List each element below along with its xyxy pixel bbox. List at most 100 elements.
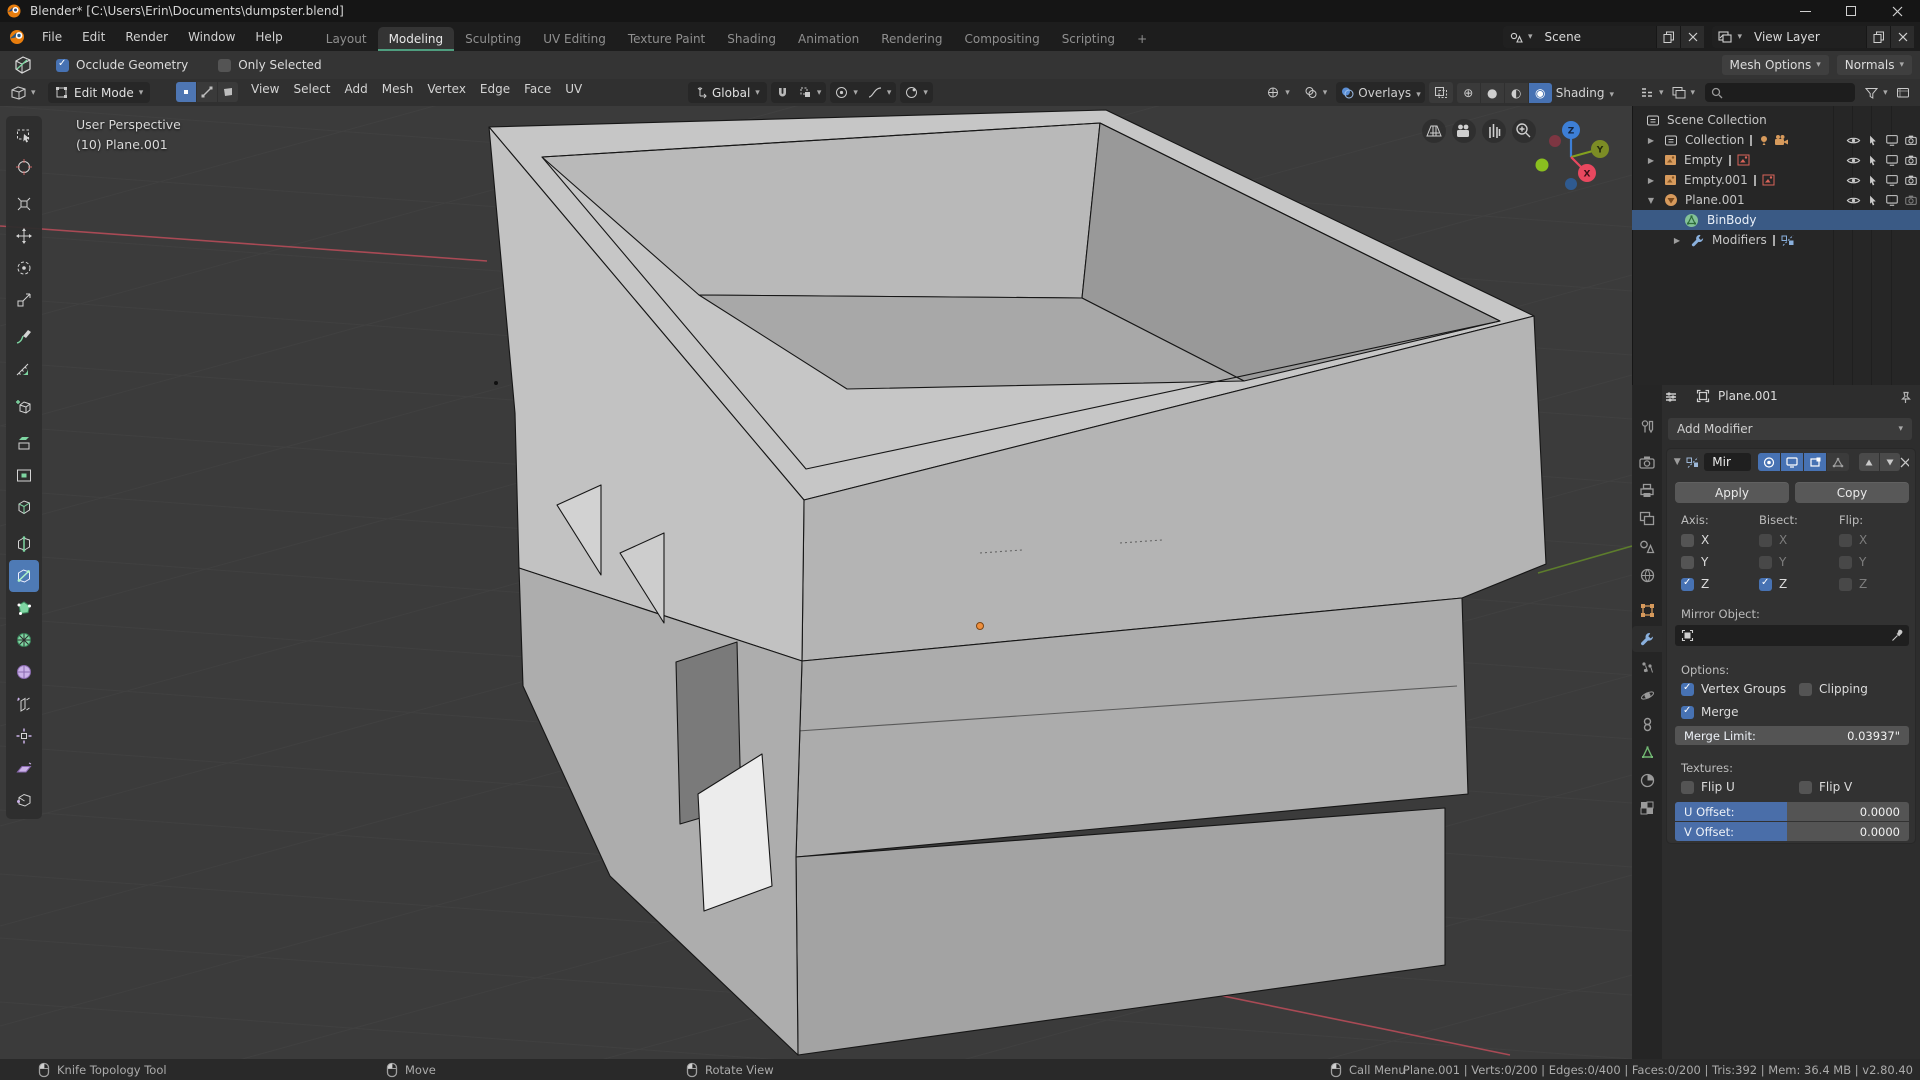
material-preview-button[interactable]: ◐ bbox=[1505, 83, 1528, 103]
move-modifier-up-button[interactable] bbox=[1859, 453, 1879, 471]
tab-scene[interactable] bbox=[1632, 533, 1662, 559]
tab-object-data[interactable] bbox=[1632, 739, 1662, 765]
expand-icon[interactable]: ▶ bbox=[1646, 136, 1656, 145]
overlays-visibility-dropdown[interactable] bbox=[1299, 82, 1333, 103]
outliner-row-modifiers[interactable]: ▶ Modifiers bbox=[1632, 230, 1920, 250]
unlink-scene-button[interactable] bbox=[1680, 26, 1704, 48]
minimize-button[interactable] bbox=[1782, 0, 1828, 22]
view-layer-name[interactable]: View Layer bbox=[1748, 26, 1866, 48]
scene-name[interactable]: Scene bbox=[1538, 26, 1656, 48]
modifier-render-toggle[interactable] bbox=[1758, 453, 1780, 471]
flip-v-checkbox[interactable] bbox=[1799, 781, 1812, 794]
tab-compositing[interactable]: Compositing bbox=[953, 27, 1050, 51]
remove-modifier-icon[interactable] bbox=[1900, 457, 1909, 468]
tab-particles[interactable] bbox=[1632, 654, 1662, 680]
menu-render[interactable]: Render bbox=[115, 25, 178, 51]
modifier-editmode-toggle[interactable] bbox=[1804, 453, 1826, 471]
mode-dropdown[interactable]: Edit Mode bbox=[48, 82, 150, 103]
rip-region-tool-button[interactable] bbox=[9, 784, 39, 816]
tab-texture[interactable] bbox=[1632, 795, 1662, 821]
shading-popover[interactable]: Shading bbox=[1556, 86, 1614, 100]
overlays-combo[interactable]: Overlays bbox=[1336, 82, 1424, 103]
modifier-realtime-toggle[interactable] bbox=[1781, 453, 1803, 471]
cursor-tool-button[interactable] bbox=[9, 151, 39, 183]
poly-build-tool-button[interactable] bbox=[9, 592, 39, 624]
tab-output[interactable] bbox=[1632, 477, 1662, 503]
vertex-groups-checkbox[interactable] bbox=[1681, 683, 1694, 696]
hide-viewport-toggle[interactable] bbox=[1844, 133, 1863, 148]
add-cube-tool-button[interactable] bbox=[9, 390, 39, 422]
tab-sculpting[interactable]: Sculpting bbox=[454, 27, 532, 51]
show-gizmo-dropdown[interactable] bbox=[1261, 82, 1295, 103]
gizmo-neg-z-ball[interactable] bbox=[1565, 178, 1577, 190]
smooth-tool-button[interactable] bbox=[9, 656, 39, 688]
close-button[interactable] bbox=[1874, 0, 1920, 22]
outliner-new-collection-button[interactable] bbox=[1896, 86, 1910, 99]
zoom-view-button[interactable] bbox=[1512, 119, 1536, 143]
tab-uv-editing[interactable]: UV Editing bbox=[532, 27, 617, 51]
collapse-icon[interactable]: ▼ bbox=[1646, 196, 1656, 205]
expand-icon[interactable]: ▶ bbox=[1646, 156, 1656, 165]
extrude-region-tool-button[interactable] bbox=[9, 427, 39, 459]
gizmo-neg-x-ball[interactable] bbox=[1549, 135, 1561, 147]
outliner-row-binbody[interactable]: BinBody bbox=[1632, 210, 1920, 230]
proportional-editing-dropdown[interactable] bbox=[830, 82, 863, 103]
mesh-options-dropdown[interactable]: Mesh Options bbox=[1722, 55, 1829, 75]
add-workspace-button[interactable]: + bbox=[1126, 27, 1158, 51]
transform-options-dropdown[interactable] bbox=[900, 82, 933, 103]
solid-shading-button[interactable]: ● bbox=[1481, 83, 1504, 103]
bevel-tool-button[interactable] bbox=[9, 491, 39, 523]
shear-tool-button[interactable] bbox=[9, 752, 39, 784]
menu-view[interactable]: View bbox=[244, 82, 286, 96]
tab-layout[interactable]: Layout bbox=[315, 27, 378, 51]
modifier-oncage-toggle[interactable] bbox=[1827, 453, 1849, 471]
camera-view-button[interactable] bbox=[1452, 119, 1476, 143]
hide-viewport-toggle[interactable] bbox=[1844, 153, 1863, 168]
panel-expand-icon[interactable]: ▼ bbox=[1673, 457, 1681, 467]
copy-button[interactable]: Copy bbox=[1795, 482, 1909, 503]
tab-object[interactable] bbox=[1632, 597, 1662, 623]
menu-add[interactable]: Add bbox=[338, 82, 375, 96]
disable-render-toggle[interactable] bbox=[1901, 133, 1920, 147]
menu-window[interactable]: Window bbox=[178, 25, 245, 51]
menu-file[interactable]: File bbox=[32, 25, 72, 51]
rendered-shading-button[interactable]: ◉ bbox=[1529, 83, 1552, 103]
face-select-mode-button[interactable] bbox=[218, 82, 238, 102]
edge-select-mode-button[interactable] bbox=[197, 82, 217, 102]
menu-face[interactable]: Face bbox=[517, 82, 558, 96]
outliner-filter-dropdown[interactable] bbox=[1865, 87, 1888, 99]
tab-view-layer[interactable] bbox=[1632, 505, 1662, 531]
menu-vertex[interactable]: Vertex bbox=[420, 82, 473, 96]
move-modifier-down-button[interactable] bbox=[1880, 453, 1900, 471]
tab-constraints[interactable] bbox=[1632, 711, 1662, 737]
loop-cut-tool-button[interactable] bbox=[9, 528, 39, 560]
falloff-dropdown[interactable] bbox=[863, 82, 897, 103]
snap-toggle-button[interactable] bbox=[771, 82, 794, 103]
occlude-geometry-checkbox[interactable] bbox=[56, 59, 69, 72]
axis-x-checkbox[interactable] bbox=[1681, 534, 1694, 547]
outliner-row-collection[interactable]: ▶ Collection bbox=[1632, 130, 1920, 150]
disable-render-toggle[interactable] bbox=[1901, 153, 1920, 167]
flip-x-checkbox[interactable] bbox=[1839, 534, 1852, 547]
tab-rendering[interactable]: Rendering bbox=[870, 27, 953, 51]
disable-viewport-toggle[interactable] bbox=[1882, 193, 1901, 207]
scale-tool-button[interactable] bbox=[9, 284, 39, 316]
add-modifier-dropdown[interactable]: Add Modifier bbox=[1668, 418, 1912, 440]
scene-dropdown-icon[interactable] bbox=[1503, 26, 1539, 48]
v-offset-slider[interactable]: V Offset: 0.0000 bbox=[1675, 822, 1909, 841]
outliner-filter-image-dropdown[interactable] bbox=[1672, 86, 1696, 99]
tab-modeling[interactable]: Modeling bbox=[378, 27, 455, 51]
viewport-3d-canvas[interactable]: Z Y X bbox=[0, 106, 1632, 1059]
bisect-z-checkbox[interactable] bbox=[1759, 578, 1772, 591]
apply-button[interactable]: Apply bbox=[1675, 482, 1789, 503]
tab-texture-paint[interactable]: Texture Paint bbox=[617, 27, 716, 51]
axis-z-checkbox[interactable] bbox=[1681, 578, 1694, 591]
tab-animation[interactable]: Animation bbox=[787, 27, 870, 51]
hide-viewport-toggle[interactable] bbox=[1844, 193, 1863, 208]
edge-slide-tool-button[interactable] bbox=[9, 688, 39, 720]
outliner-row-empty-001[interactable]: ▶ Empty.001 bbox=[1632, 170, 1920, 190]
inset-faces-tool-button[interactable] bbox=[9, 459, 39, 491]
flip-z-checkbox[interactable] bbox=[1839, 578, 1852, 591]
spin-tool-button[interactable] bbox=[9, 624, 39, 656]
outliner-display-mode-dropdown[interactable] bbox=[1640, 86, 1664, 99]
